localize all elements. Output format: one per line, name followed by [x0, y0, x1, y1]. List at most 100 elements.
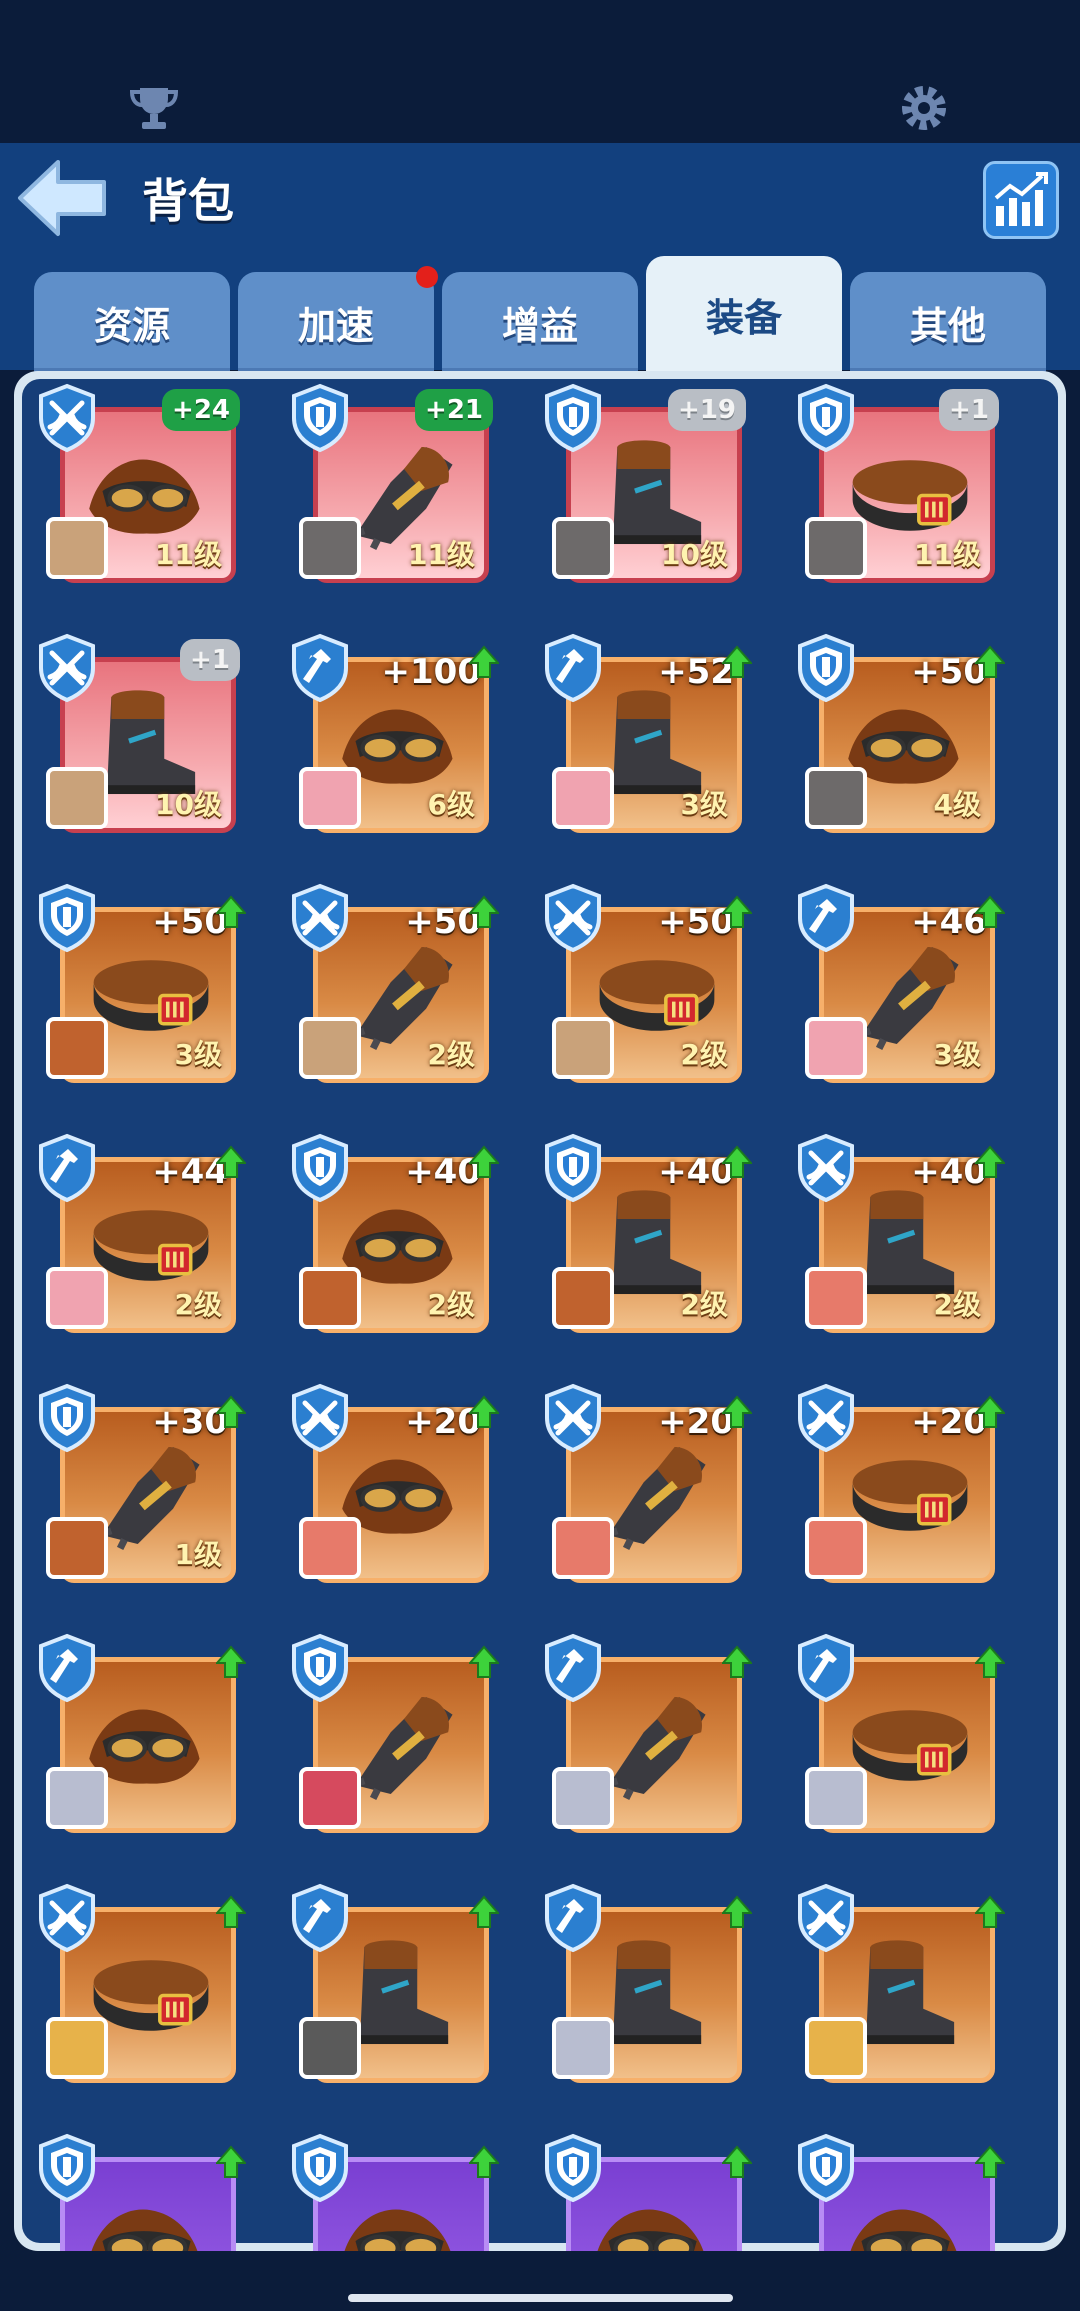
hammer-class-icon: [292, 633, 348, 703]
equipment-item[interactable]: +46 3级: [795, 883, 1005, 1083]
level-label: 2级: [427, 1288, 475, 1321]
equipment-item[interactable]: +20: [542, 1383, 752, 1583]
notification-dot: [416, 266, 438, 288]
goggles-helmet-icon: [91, 2209, 198, 2251]
upgrade-arrow-icon: [469, 1395, 499, 1428]
equipment-item[interactable]: [542, 2133, 752, 2251]
hero-avatar: [46, 1267, 108, 1329]
equipment-item[interactable]: [795, 1633, 1005, 1833]
equipment-item[interactable]: [36, 1633, 246, 1833]
hero-avatar: [805, 1767, 867, 1829]
bottom-bar: [0, 2251, 1080, 2311]
equipment-item[interactable]: +1 10级: [36, 633, 240, 833]
stats-chart-icon[interactable]: [983, 161, 1059, 239]
upgrade-arrow-icon: [722, 645, 752, 678]
level-label: 3级: [933, 1038, 981, 1071]
hero-avatar: [299, 1267, 361, 1329]
equipment-item[interactable]: +24 11级: [36, 383, 240, 583]
equipment-item[interactable]: +50 4级: [795, 633, 1005, 833]
hero-avatar: [46, 2017, 108, 2079]
level-label: 6级: [427, 788, 475, 821]
tab-other[interactable]: 其他: [850, 272, 1046, 372]
tab-label: 增益: [501, 303, 578, 348]
hero-avatar: [805, 1267, 867, 1329]
equipment-item[interactable]: +100 6级: [289, 633, 499, 833]
equipment-item[interactable]: +50 2级: [542, 883, 752, 1083]
equipment-item[interactable]: [542, 1633, 752, 1833]
hero-avatar: [552, 1017, 614, 1079]
shield-class-icon: [798, 2133, 854, 2203]
level-label: 10级: [155, 788, 222, 821]
equipment-item[interactable]: +1 11级: [795, 383, 999, 583]
equipment-item[interactable]: [795, 1883, 1005, 2083]
hammer-class-icon: [545, 1883, 601, 1953]
hero-avatar: [552, 1767, 614, 1829]
bonus-label: +19: [668, 389, 746, 431]
level-label: 3级: [174, 1038, 222, 1071]
upgrade-arrow-icon: [722, 1395, 752, 1428]
equipment-item[interactable]: +19 10级: [542, 383, 746, 583]
shield-class-icon: [545, 1133, 601, 1203]
equipment-item[interactable]: +20: [795, 1383, 1005, 1583]
equipment-item[interactable]: [36, 1883, 246, 2083]
upgrade-arrow-icon: [216, 1645, 246, 1678]
gear-icon[interactable]: [896, 80, 952, 136]
equipment-item[interactable]: +40 2级: [542, 1133, 752, 1333]
hero-avatar: [299, 1017, 361, 1079]
upgrade-arrow-icon: [216, 2145, 246, 2178]
hero-avatar: [805, 517, 867, 579]
equipment-item[interactable]: +52 3级: [542, 633, 752, 833]
trophy-icon[interactable]: [126, 80, 182, 136]
hero-avatar: [805, 1017, 867, 1079]
equipment-item[interactable]: +21 11级: [289, 383, 493, 583]
hero-avatar: [46, 1767, 108, 1829]
level-label: 1级: [174, 1538, 222, 1571]
tab-equipment[interactable]: 装备: [646, 256, 842, 372]
shield-class-icon: [39, 2133, 95, 2203]
crossbow-class-icon: [292, 1383, 348, 1453]
equipment-item[interactable]: +50 2级: [289, 883, 499, 1083]
goggles-helmet-icon: [597, 2209, 704, 2251]
level-label: 3级: [680, 788, 728, 821]
equipment-item[interactable]: +40 2级: [289, 1133, 499, 1333]
hero-avatar: [299, 1767, 361, 1829]
tab-resources[interactable]: 资源: [34, 272, 230, 372]
equipment-item[interactable]: +40 2级: [795, 1133, 1005, 1333]
equipment-item[interactable]: +20: [289, 1383, 499, 1583]
level-label: 2级: [933, 1288, 981, 1321]
shield-class-icon: [545, 2133, 601, 2203]
crossbow-class-icon: [545, 1383, 601, 1453]
equipment-item[interactable]: +30 1级: [36, 1383, 246, 1583]
upgrade-arrow-icon: [975, 1395, 1005, 1428]
tab-speedup[interactable]: 加速: [238, 272, 434, 372]
equipment-item[interactable]: [795, 2133, 1005, 2251]
back-arrow-icon[interactable]: [14, 156, 114, 240]
equipment-item[interactable]: [289, 1633, 499, 1833]
equipment-item[interactable]: +50 3级: [36, 883, 246, 1083]
top-bar: [0, 0, 1080, 143]
goggles-helmet-icon: [850, 2209, 957, 2251]
equipment-grid[interactable]: +24 11级 +21 11级 +19 10级 +1 11级 +1 10级 +100 6级 +52 3级 +…: [36, 383, 1046, 2251]
equipment-item[interactable]: [36, 2133, 246, 2251]
upgrade-arrow-icon: [722, 895, 752, 928]
tab-boost[interactable]: 增益: [442, 272, 638, 372]
shield-class-icon: [798, 633, 854, 703]
bonus-label: +21: [415, 389, 493, 431]
tab-label: 资源: [93, 303, 170, 348]
shield-class-icon: [545, 383, 601, 453]
upgrade-arrow-icon: [722, 2145, 752, 2178]
equipment-item[interactable]: [289, 2133, 499, 2251]
upgrade-arrow-icon: [975, 1145, 1005, 1178]
equipment-item[interactable]: [542, 1883, 752, 2083]
equipment-item[interactable]: +44 2级: [36, 1133, 246, 1333]
hammer-class-icon: [798, 1633, 854, 1703]
bonus-label: +24: [162, 389, 240, 431]
upgrade-arrow-icon: [722, 1645, 752, 1678]
tab-label: 加速: [297, 303, 374, 348]
hammer-class-icon: [545, 633, 601, 703]
home-indicator[interactable]: [348, 2294, 733, 2302]
equipment-item[interactable]: [289, 1883, 499, 2083]
upgrade-arrow-icon: [216, 1895, 246, 1928]
crossbow-class-icon: [292, 883, 348, 953]
bonus-label: +100: [381, 652, 481, 692]
